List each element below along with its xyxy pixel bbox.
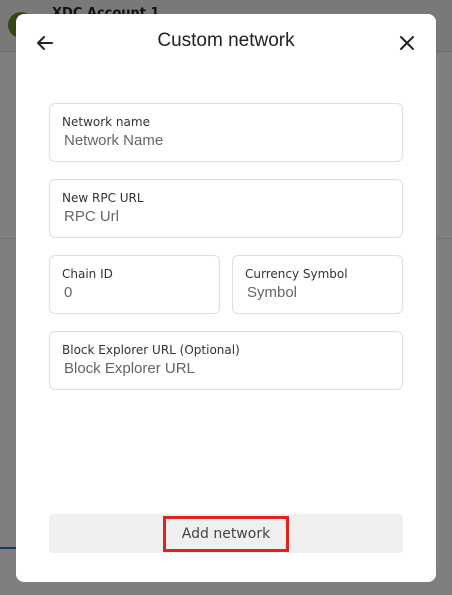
chain-id-input[interactable]	[62, 284, 207, 301]
block-explorer-field: Block Explorer URL (Optional)	[49, 331, 403, 390]
close-button[interactable]	[394, 30, 420, 56]
add-network-label: Add network	[162, 515, 290, 552]
add-network-button[interactable]: Add network	[49, 514, 403, 553]
chain-id-label: Chain ID	[62, 267, 113, 281]
rpc-url-label: New RPC URL	[62, 191, 144, 205]
custom-network-modal: Custom network Network name New RPC URL …	[16, 14, 436, 582]
rpc-url-input[interactable]	[62, 208, 390, 225]
network-name-field: Network name	[49, 103, 403, 162]
currency-symbol-field: Currency Symbol	[232, 255, 403, 314]
network-name-label: Network name	[62, 115, 150, 129]
block-explorer-label: Block Explorer URL (Optional)	[62, 343, 240, 357]
currency-symbol-label: Currency Symbol	[245, 267, 348, 281]
rpc-url-field: New RPC URL	[49, 179, 403, 238]
currency-symbol-input[interactable]	[245, 284, 390, 301]
modal-title: Custom network	[157, 30, 295, 51]
chain-id-field: Chain ID	[49, 255, 220, 314]
block-explorer-input[interactable]	[62, 360, 390, 377]
network-name-input[interactable]	[62, 132, 390, 149]
close-icon	[400, 36, 414, 50]
